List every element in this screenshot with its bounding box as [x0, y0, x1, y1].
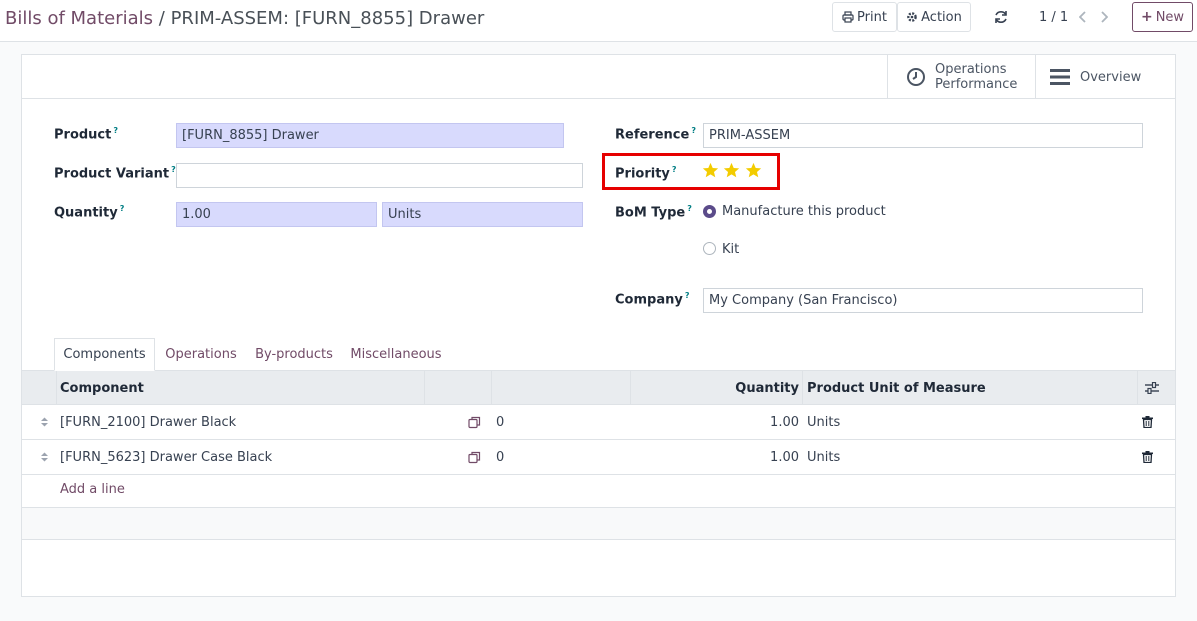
component-quantity[interactable]: 1.00: [630, 405, 799, 439]
product-variant-label: Product Variant?: [54, 165, 176, 182]
company-field[interactable]: My Company (San Francisco): [703, 288, 1143, 313]
breadcrumb-current: PRIM-ASSEM: [FURN_8855] Drawer: [170, 8, 485, 29]
table-row[interactable]: [FURN_5623] Drawer Case Black 0 1.00 Uni…: [22, 440, 1175, 475]
quantity-uom-field[interactable]: Units: [382, 202, 583, 227]
priority-help-icon[interactable]: ?: [672, 165, 677, 174]
row-drag-handle-icon[interactable]: [40, 405, 49, 439]
tab-components[interactable]: Components: [54, 338, 155, 371]
copy-icon[interactable]: [468, 405, 481, 439]
product-field[interactable]: [FURN_8855] Drawer: [176, 123, 564, 148]
component-name[interactable]: [FURN_5623] Drawer Case Black: [60, 440, 272, 474]
hamburger-icon: [1050, 69, 1070, 85]
action-label: Action: [921, 9, 962, 25]
quantity-help-icon[interactable]: ?: [120, 204, 125, 213]
table-header: Component Quantity Product Unit of Measu…: [22, 371, 1175, 405]
tab-by-products[interactable]: By-products: [247, 338, 341, 371]
column-separator: [802, 371, 803, 405]
plus-icon: +: [1140, 9, 1153, 25]
operations-performance-button[interactable]: Operations Performance: [887, 55, 1035, 99]
column-quantity-header[interactable]: Quantity: [630, 371, 799, 405]
overview-button[interactable]: Overview: [1035, 55, 1175, 99]
priority-star-3-icon[interactable]: [745, 162, 762, 179]
action-button[interactable]: Action: [897, 2, 971, 32]
trash-icon[interactable]: [1142, 405, 1153, 439]
table-row[interactable]: [FURN_2100] Drawer Black 0 1.00 Units: [22, 405, 1175, 440]
product-help-icon[interactable]: ?: [113, 126, 118, 135]
bom-type-manufacture-label[interactable]: Manufacture this product: [722, 204, 886, 219]
operations-performance-line1: Operations: [935, 62, 1007, 77]
priority-star-1-icon[interactable]: [702, 162, 719, 179]
tab-miscellaneous[interactable]: Miscellaneous: [342, 338, 450, 371]
smart-button-bar: Operations Performance Overview: [22, 55, 1175, 99]
quantity-field[interactable]: 1.00: [176, 202, 377, 227]
table-footer: [22, 507, 1175, 540]
component-name[interactable]: [FURN_2100] Drawer Black: [60, 405, 236, 439]
quantity-label: Quantity?: [54, 204, 125, 221]
column-uom-header[interactable]: Product Unit of Measure: [807, 371, 986, 405]
refresh-icon[interactable]: [993, 9, 1011, 27]
pager-previous-icon[interactable]: [1076, 9, 1090, 25]
component-count: 0: [496, 449, 505, 465]
control-panel: Bills of Materials / PRIM-ASSEM: [FURN_8…: [0, 0, 1197, 42]
reference-help-icon[interactable]: ?: [691, 126, 696, 135]
component-count: 0: [496, 414, 505, 430]
new-button[interactable]: + New: [1132, 2, 1193, 32]
column-component-header[interactable]: Component: [60, 371, 144, 405]
product-variant-field[interactable]: [176, 163, 583, 188]
overview-label: Overview: [1080, 69, 1142, 85]
operations-performance-line2: Performance: [935, 77, 1018, 92]
reference-field[interactable]: PRIM-ASSEM: [703, 123, 1143, 148]
component-uom[interactable]: Units: [807, 405, 840, 439]
column-separator: [424, 371, 425, 405]
column-separator: [1137, 371, 1138, 405]
bom-type-label: BoM Type?: [615, 204, 692, 221]
trash-icon[interactable]: [1142, 440, 1153, 474]
pager-value[interactable]: 1 / 1: [1039, 10, 1068, 25]
component-quantity[interactable]: 1.00: [630, 440, 799, 474]
bom-type-kit-radio[interactable]: [703, 242, 716, 255]
bom-type-kit-label[interactable]: Kit: [722, 242, 739, 257]
copy-icon[interactable]: [468, 440, 481, 474]
row-drag-handle-icon[interactable]: [40, 440, 49, 474]
pager-next-icon[interactable]: [1097, 9, 1111, 25]
add-line-link[interactable]: Add a line: [60, 482, 125, 497]
breadcrumb-bills-of-materials[interactable]: Bills of Materials: [5, 8, 153, 29]
product-label: Product?: [54, 126, 118, 143]
printer-icon: [842, 11, 854, 23]
breadcrumb-separator: /: [158, 8, 165, 29]
new-label: New: [1155, 9, 1185, 25]
component-uom[interactable]: Units: [807, 440, 840, 474]
gear-icon: [907, 12, 917, 22]
priority-label: Priority?: [615, 165, 677, 182]
reference-label: Reference?: [615, 126, 696, 143]
bom-type-help-icon[interactable]: ?: [687, 204, 692, 213]
column-separator: [491, 371, 492, 405]
breadcrumb: Bills of Materials / PRIM-ASSEM: [FURN_8…: [5, 8, 484, 29]
bom-type-manufacture-radio[interactable]: [703, 205, 716, 218]
priority-star-2-icon[interactable]: [723, 162, 740, 179]
tab-operations[interactable]: Operations: [156, 338, 246, 371]
print-label: Print: [857, 9, 887, 25]
company-help-icon[interactable]: ?: [685, 291, 690, 300]
optional-columns-toggle-icon[interactable]: [1145, 371, 1159, 405]
clock-icon: [907, 68, 925, 86]
print-button[interactable]: Print: [832, 2, 897, 32]
company-label: Company?: [615, 291, 690, 308]
column-separator: [56, 371, 57, 405]
